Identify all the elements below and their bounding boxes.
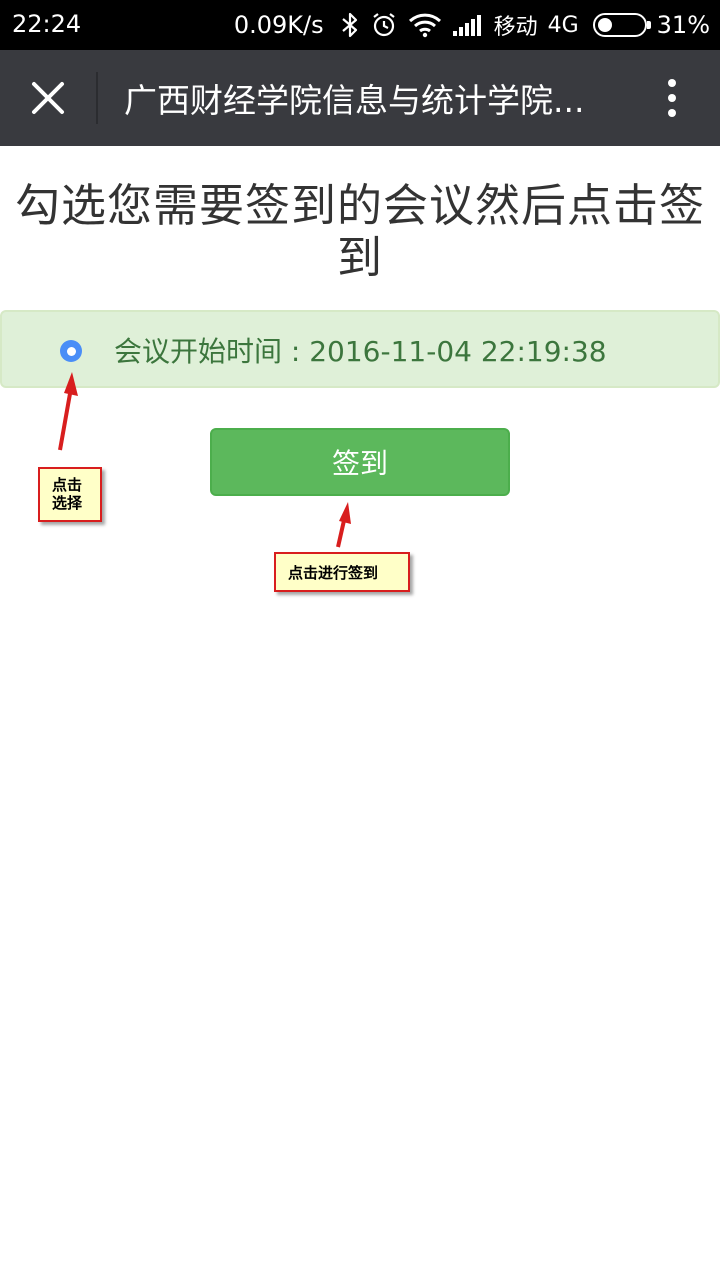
annotation-signin-note: 点击进行签到 xyxy=(274,552,410,592)
signin-button[interactable]: 签到 xyxy=(210,428,510,496)
annotation-arrow-signin xyxy=(336,502,351,548)
battery-cap xyxy=(646,21,651,29)
page-header-title: 广西财经学院信息与统计学院... xyxy=(124,81,585,120)
signal-icon xyxy=(452,13,484,37)
header-divider xyxy=(96,72,98,124)
annotation-select-line1: 点击 xyxy=(52,476,83,494)
annotation-select-line2: 选择 xyxy=(52,494,83,512)
wifi-icon xyxy=(408,12,442,38)
battery-icon xyxy=(592,13,651,37)
alarm-icon xyxy=(370,11,398,39)
app-header: 广西财经学院信息与统计学院... xyxy=(0,50,720,146)
status-bar: 22:24 0.09K/s 移动 4G 31% xyxy=(0,0,720,50)
annotation-select-note: 点击 选择 xyxy=(38,467,102,522)
page-title: 勾选您需要签到的会议然后点击签到 xyxy=(14,179,705,284)
status-right-group: 0.09K/s 移动 4G 31% xyxy=(234,0,710,50)
status-carrier: 移动 xyxy=(493,15,538,40)
status-net-speed: 0.09K/s xyxy=(233,11,324,39)
battery-fill xyxy=(597,18,612,32)
more-options-button[interactable] xyxy=(644,70,700,126)
annotation-arrow-select xyxy=(58,372,78,451)
status-network-type: 4G xyxy=(547,12,579,38)
status-time: 22:24 xyxy=(12,10,82,38)
close-icon xyxy=(32,82,64,114)
meeting-option-row[interactable]: 会议开始时间 : 2016-11-04 22:19:38 xyxy=(0,310,720,388)
bluetooth-icon xyxy=(340,11,360,39)
status-battery-percent: 31% xyxy=(656,11,710,39)
close-button[interactable] xyxy=(20,70,76,126)
more-vertical-icon xyxy=(668,79,676,117)
meeting-radio-button[interactable] xyxy=(60,340,82,362)
meeting-start-time-label: 会议开始时间 : 2016-11-04 22:19:38 xyxy=(114,335,607,368)
radio-selected-dot xyxy=(66,346,76,356)
